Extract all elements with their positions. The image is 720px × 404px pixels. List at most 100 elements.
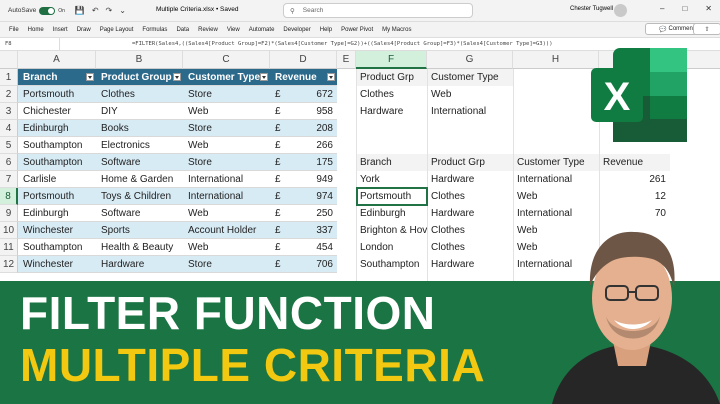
formula-input[interactable]: =FILTER(Sales4,((Sales4[Product Group]=F… [60,41,553,47]
result-cell[interactable]: Hardware [428,256,513,273]
table-cell[interactable]: Portsmouth [18,86,96,102]
table-cell[interactable]: Winchester [18,256,96,272]
table-cell[interactable]: International [183,171,270,187]
result-cell[interactable]: Clothes [428,188,513,205]
result-cell[interactable]: Hardware [428,205,513,222]
table-cell[interactable]: Winchester [18,222,96,238]
autosave-toggle[interactable] [39,6,56,15]
table-cell[interactable]: £672 [270,86,337,102]
result-cell[interactable]: 261 [600,171,670,188]
tab-my-macros[interactable]: My Macros [382,27,411,33]
result-cell[interactable]: Brighton & Hove [357,222,427,239]
table-cell[interactable]: Account Holder [183,222,270,238]
header-cell[interactable]: Revenue [270,69,337,85]
maximize-icon[interactable]: □ [682,4,687,13]
result-cell[interactable]: 12 [600,188,670,205]
table-cell[interactable]: Toys & Children [96,188,183,204]
result-cell[interactable]: Clothes [428,222,513,239]
table-cell[interactable]: Web [183,137,270,153]
table-cell[interactable]: International [183,188,270,204]
column-header-a[interactable]: A [18,51,96,69]
row-header-6[interactable]: 6 [0,154,18,171]
row-header-3[interactable]: 3 [0,103,18,120]
table-cell[interactable]: £208 [270,120,337,136]
table-cell[interactable]: £337 [270,222,337,238]
table-cell[interactable]: Home & Garden [96,171,183,187]
document-title[interactable]: Multiple Criteria.xlsx • Saved [156,6,238,13]
result-cell[interactable]: York [357,171,427,188]
table-cell[interactable]: Clothes [96,86,183,102]
table-cell[interactable]: £949 [270,171,337,187]
table-cell[interactable]: £958 [270,103,337,119]
name-box[interactable]: F8 [0,38,60,50]
column-header-h[interactable]: H [513,51,599,69]
result-cell[interactable]: International [514,171,599,188]
table-cell[interactable]: Chichester [18,103,96,119]
filter-dropdown-icon[interactable] [86,73,94,81]
table-cell[interactable]: Portsmouth [18,188,96,204]
table-cell[interactable]: Hardware [96,256,183,272]
save-icon[interactable]: 💾 [75,6,85,15]
tab-review[interactable]: Review [198,27,218,33]
row-header-8[interactable]: 8 [0,188,18,205]
table-cell[interactable]: Electronics [96,137,183,153]
close-icon[interactable]: ✕ [705,4,712,13]
tab-automate[interactable]: Automate [249,27,275,33]
criteria-header-customer[interactable]: Customer Type [428,69,513,86]
table-cell[interactable]: £175 [270,154,337,170]
row-header-9[interactable]: 9 [0,205,18,222]
avatar[interactable] [614,4,627,17]
criteria-cell[interactable]: Clothes [357,86,427,103]
tab-help[interactable]: Help [320,27,332,33]
result-cell[interactable]: Clothes [428,239,513,256]
table-cell[interactable]: Edinburgh [18,120,96,136]
row-header-7[interactable]: 7 [0,171,18,188]
table-cell[interactable]: £974 [270,188,337,204]
tab-home[interactable]: Home [28,27,44,33]
result-cell[interactable]: London [357,239,427,256]
tab-power-pivot[interactable]: Power Pivot [341,27,373,33]
row-header-4[interactable]: 4 [0,120,18,137]
column-header-g[interactable]: G [427,51,513,69]
table-cell[interactable]: Carlisle [18,171,96,187]
column-header-e[interactable]: E [337,51,356,69]
table-cell[interactable]: Store [183,154,270,170]
table-cell[interactable]: Web [183,205,270,221]
result-cell[interactable]: Hardware [428,171,513,188]
table-cell[interactable]: Southampton [18,239,96,255]
result-header[interactable]: Product Grp [428,154,513,171]
row-header-12[interactable]: 12 [0,256,18,273]
row-header-5[interactable]: 5 [0,137,18,154]
header-cell[interactable]: Branch [18,69,96,85]
header-cell[interactable]: Product Group [96,69,183,85]
criteria-header-product[interactable]: Product Grp [357,69,427,86]
result-cell[interactable]: Southampton [357,256,427,273]
table-cell[interactable]: £250 [270,205,337,221]
tab-data[interactable]: Data [176,27,189,33]
row-header-1[interactable]: 1 [0,69,18,86]
table-cell[interactable]: Web [183,239,270,255]
criteria-cell[interactable]: Web [428,86,513,103]
table-cell[interactable]: £454 [270,239,337,255]
table-cell[interactable]: Health & Beauty [96,239,183,255]
tab-developer[interactable]: Developer [283,27,310,33]
table-cell[interactable]: Software [96,205,183,221]
search-box[interactable]: ⚲ Search [283,3,473,18]
row-header-2[interactable]: 2 [0,86,18,103]
column-header-b[interactable]: B [96,51,183,69]
column-header-f[interactable]: F [356,51,427,69]
result-header[interactable]: Customer Type [514,154,599,171]
table-cell[interactable]: Web [183,103,270,119]
result-header[interactable]: Revenue [600,154,670,171]
minimize-icon[interactable]: – [660,4,664,13]
undo-icon[interactable]: ↶ [92,6,99,15]
user-name[interactable]: Chester Tugwell [570,6,613,12]
table-cell[interactable]: Edinburgh [18,205,96,221]
tab-formulas[interactable]: Formulas [142,27,167,33]
column-header-d[interactable]: D [270,51,337,69]
tab-view[interactable]: View [227,27,240,33]
table-cell[interactable]: Southampton [18,154,96,170]
table-cell[interactable]: Store [183,120,270,136]
share-button[interactable]: ⇧ [693,23,720,35]
result-header[interactable]: Branch [357,154,427,171]
